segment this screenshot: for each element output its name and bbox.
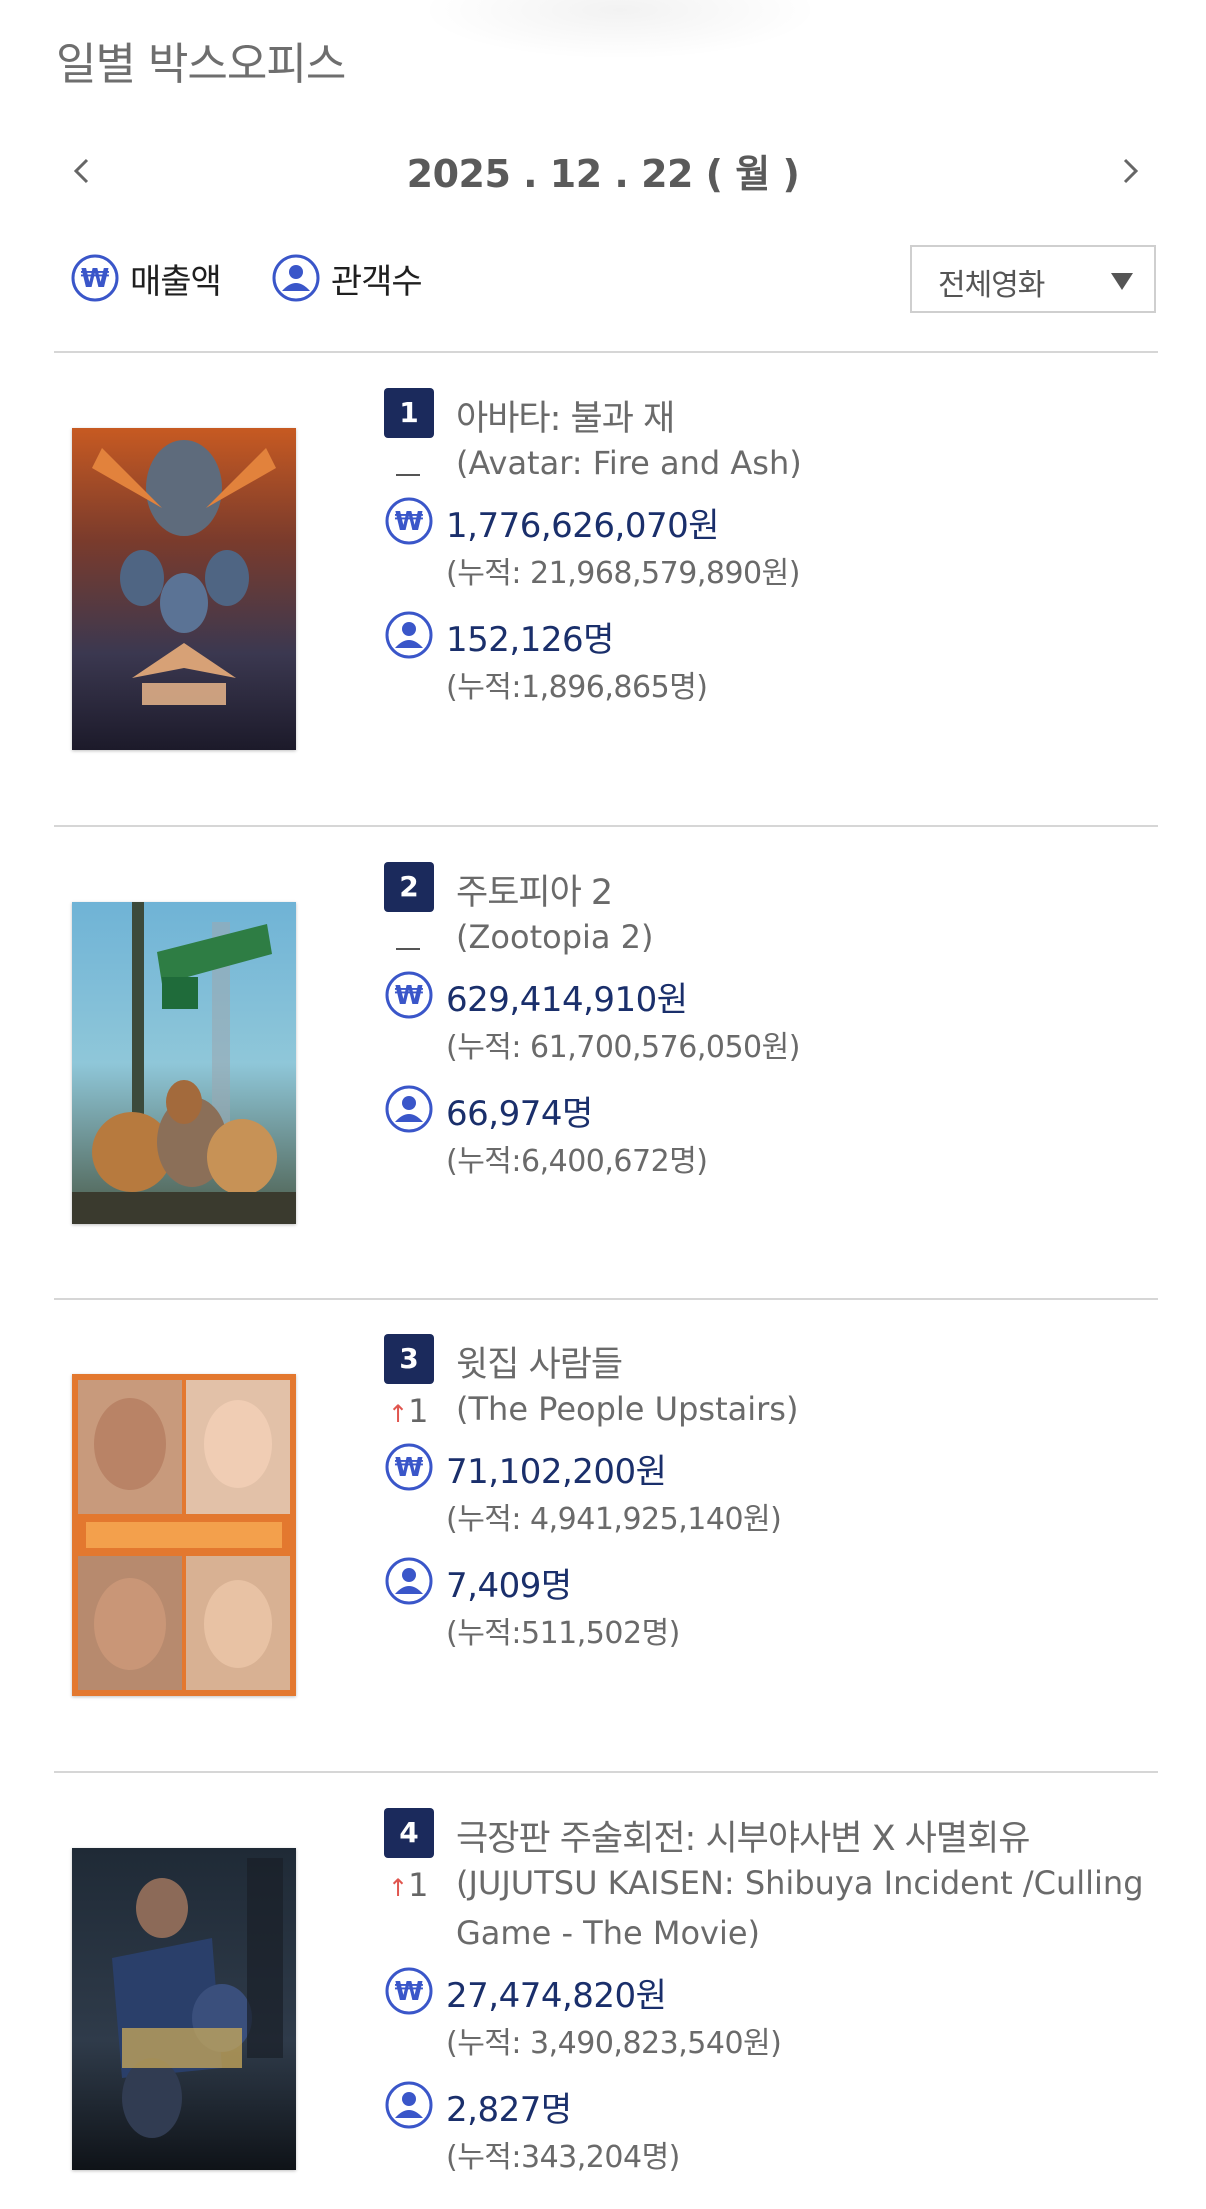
person-icon: [384, 1084, 434, 1134]
movie-poster[interactable]: [72, 902, 296, 1224]
movie-title-en: (Avatar: Fire and Ash): [456, 444, 802, 482]
daily-audience: 66,974명: [446, 1094, 593, 1134]
movie-info: 4 극장판 주술회전: 시부야사변 X 사멸회유 ↑1 (JUJUTSU KAI…: [384, 1804, 1154, 2190]
movie-title-ko[interactable]: 아바타: 불과 재: [456, 390, 675, 441]
current-date: 2025 . 12 . 22 ( 월 ): [406, 152, 800, 196]
total-audience: (누적:1,896,865명): [446, 670, 708, 705]
movie-title-ko[interactable]: 윗집 사람들: [456, 1336, 623, 1387]
rank-change: ↑1: [388, 1392, 448, 1430]
movie-title-ko[interactable]: 주토피아 2: [456, 864, 613, 915]
total-revenue: (누적: 21,968,579,890원): [446, 556, 800, 591]
total-revenue: (누적: 4,941,925,140원): [446, 1502, 782, 1537]
revenue-toggle[interactable]: ₩ 매출액: [70, 253, 222, 303]
audience-toggle-label: 관객수: [330, 261, 423, 302]
total-audience: (누적:6,400,672명): [446, 1144, 708, 1179]
daily-audience: 7,409명: [446, 1566, 572, 1606]
arrow-up-icon: ↑: [388, 1874, 409, 1902]
won-icon: ₩: [384, 970, 434, 1020]
total-audience: (누적:511,502명): [446, 1616, 680, 1651]
movie-filter-value: 전체영화: [938, 268, 1045, 303]
date-navigation: 2025 . 12 . 22 ( 월 ): [0, 135, 1206, 205]
revenue-toggle-label: 매출액: [130, 261, 222, 302]
no-change-dash-icon: [396, 474, 420, 476]
won-icon: ₩: [384, 1966, 434, 2016]
person-icon: [384, 610, 434, 660]
won-icon: ₩: [70, 253, 120, 303]
movie-filter-select[interactable]: 전체영화: [910, 245, 1156, 313]
movie-info: 3 윗집 사람들 ↑1 (The People Upstairs) ₩ 71,1…: [384, 1330, 1154, 1666]
rank-badge: 1: [384, 388, 434, 438]
daily-revenue: 629,414,910원: [446, 980, 688, 1020]
rank-change-value: 1: [408, 1866, 429, 1904]
person-icon: [384, 1556, 434, 1606]
daily-box-office-page: 일별 박스오피스 2025 . 12 . 22 ( 월 ) ₩ 매출액 관객수 …: [0, 0, 1206, 2209]
movie-title-en: (Zootopia 2): [456, 918, 654, 956]
person-icon: [271, 253, 321, 303]
rank-change-none: [388, 920, 448, 958]
arrow-up-icon: ↑: [388, 1400, 409, 1428]
svg-text:₩: ₩: [395, 1977, 424, 2007]
top-shadow: [420, 0, 820, 60]
no-change-dash-icon: [396, 948, 420, 950]
rank-change: ↑1: [388, 1866, 448, 1904]
movie-poster[interactable]: [72, 428, 296, 750]
total-revenue: (누적: 61,700,576,050원): [446, 1030, 800, 1065]
daily-audience: 152,126명: [446, 620, 614, 660]
person-icon: [384, 2080, 434, 2130]
won-icon: ₩: [384, 496, 434, 546]
movie-info: 1 아바타: 불과 재 (Avatar: Fire and Ash) ₩ 1,7…: [384, 384, 1154, 720]
divider: [54, 1298, 1158, 1300]
daily-revenue: 27,474,820원: [446, 1976, 667, 2016]
svg-text:₩: ₩: [395, 981, 424, 1011]
metric-toggles: ₩ 매출액 관객수: [70, 250, 472, 306]
movie-title-en: (The People Upstairs): [456, 1390, 799, 1428]
total-audience: (누적:343,204명): [446, 2140, 680, 2175]
divider: [54, 1771, 1158, 1773]
svg-text:₩: ₩: [395, 1453, 424, 1483]
total-revenue: (누적: 3,490,823,540원): [446, 2026, 782, 2061]
page-title: 일별 박스오피스: [56, 39, 346, 90]
rank-badge: 4: [384, 1808, 434, 1858]
divider: [54, 825, 1158, 827]
movie-title-ko[interactable]: 극장판 주술회전: 시부야사변 X 사멸회유: [456, 1810, 1030, 1861]
next-day-button[interactable]: [1112, 153, 1148, 189]
rank-change-value: 1: [408, 1392, 429, 1430]
won-icon: ₩: [384, 1442, 434, 1492]
movie-title-en: (JUJUTSU KAISEN: Shibuya Incident /Culli…: [456, 1864, 1144, 1952]
daily-revenue: 71,102,200원: [446, 1452, 667, 1492]
divider: [54, 351, 1158, 353]
daily-revenue: 1,776,626,070원: [446, 506, 720, 546]
daily-audience: 2,827명: [446, 2090, 572, 2130]
svg-text:₩: ₩: [81, 264, 110, 294]
rank-badge: 2: [384, 862, 434, 912]
rank-change-none: [388, 446, 448, 484]
caret-down-icon: [1110, 271, 1134, 291]
chevron-right-icon: [1123, 158, 1139, 184]
rank-badge: 3: [384, 1334, 434, 1384]
audience-toggle[interactable]: 관객수: [271, 253, 423, 303]
svg-text:₩: ₩: [395, 507, 424, 537]
movie-info: 2 주토피아 2 (Zootopia 2) ₩ 629,414,910원 (누적…: [384, 858, 1154, 1194]
movie-poster[interactable]: [72, 1848, 296, 2170]
movie-poster[interactable]: [72, 1374, 296, 1696]
